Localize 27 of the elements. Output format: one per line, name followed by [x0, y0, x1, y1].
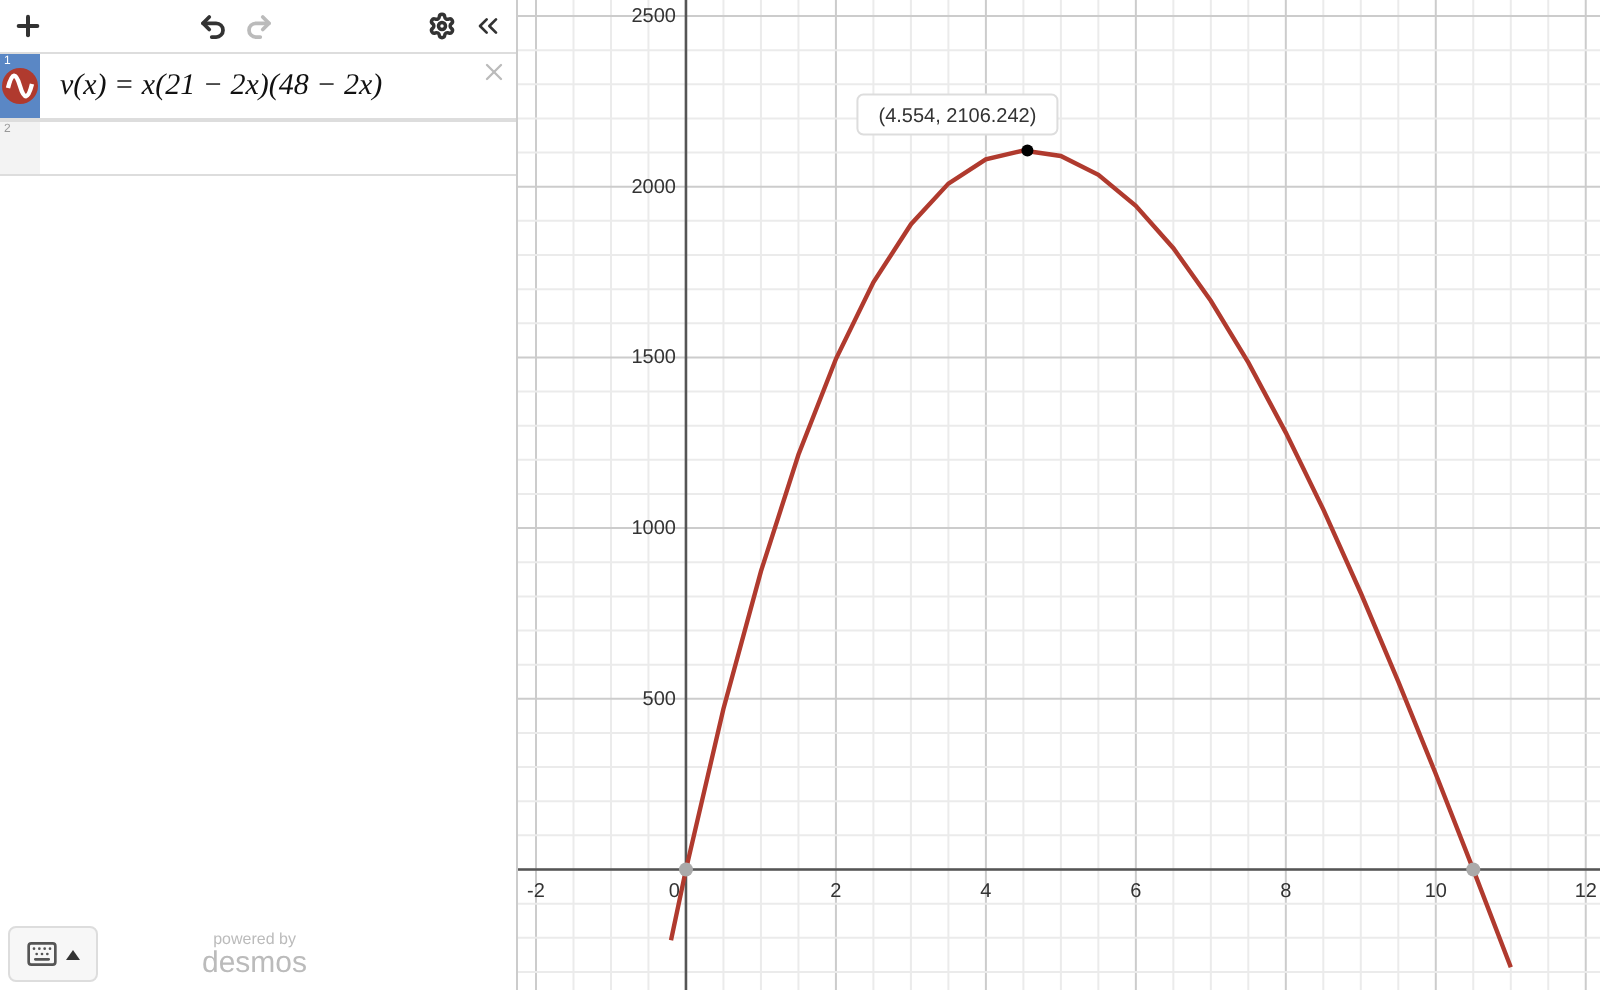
keyboard-button[interactable]	[8, 926, 98, 982]
point-label: (4.554, 2106.242)	[878, 106, 1037, 129]
brand-logo-text: desmos	[202, 947, 308, 977]
settings-icon[interactable]	[428, 12, 456, 40]
expression-formula[interactable]: v(x) = x(21 − 2x)(48 − 2x)	[40, 54, 472, 118]
intercept-point[interactable]	[1466, 862, 1481, 877]
y-tick-label: 1500	[631, 347, 676, 370]
maximum-point[interactable]	[1021, 144, 1034, 157]
y-tick-label: 500	[642, 688, 676, 711]
x-tick-label: 2	[830, 881, 842, 904]
y-tick-label: 2000	[631, 176, 676, 199]
x-tick-label: 10	[1424, 881, 1447, 904]
add-icon[interactable]	[12, 10, 44, 42]
x-tick-label: 4	[980, 881, 992, 904]
y-tick-label: 1000	[631, 518, 676, 541]
caret-icon	[66, 949, 80, 959]
wave-icon[interactable]	[2, 68, 38, 104]
powered-by-text: powered by	[213, 931, 296, 947]
x-tick-label: 8	[1280, 881, 1292, 904]
keyboard-icon	[26, 938, 58, 970]
x-tick-label: 6	[1130, 881, 1142, 904]
x-tick-label: -2	[527, 881, 545, 904]
undo-icon[interactable]	[198, 11, 228, 41]
x-tick-label: 0	[668, 881, 680, 904]
y-tick-label: 2500	[631, 6, 676, 29]
intercept-point[interactable]	[678, 862, 693, 877]
x-tick-label: 12	[1574, 881, 1597, 904]
